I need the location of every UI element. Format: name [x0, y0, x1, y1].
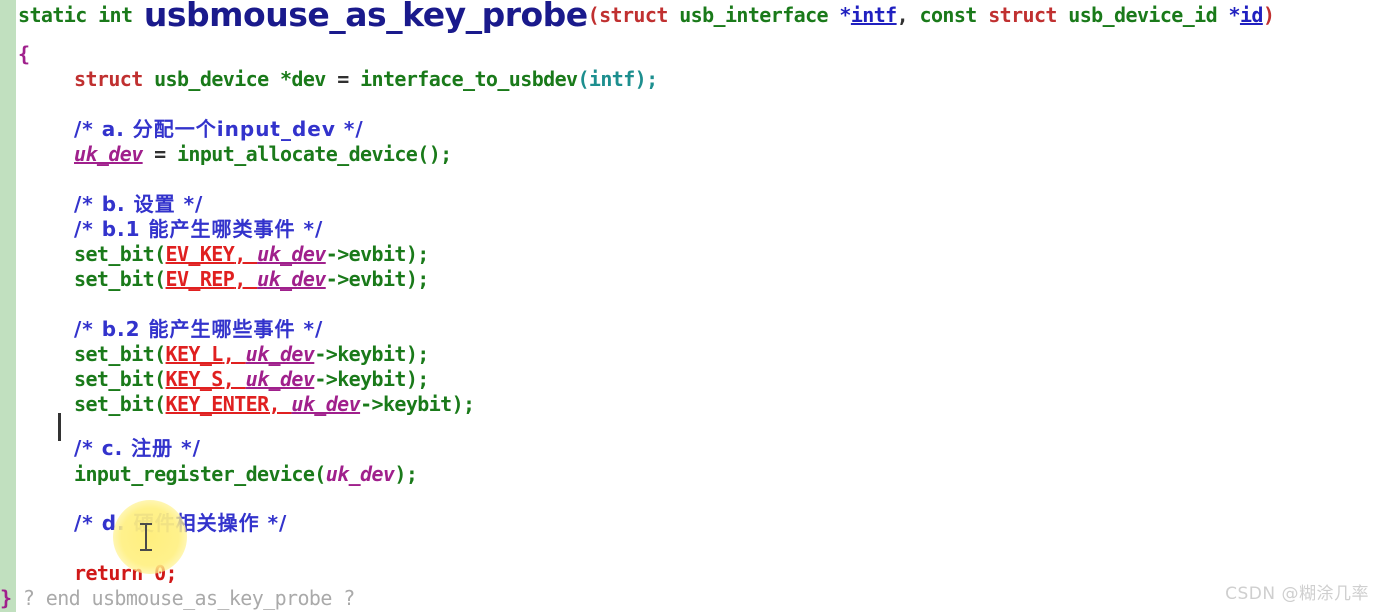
call-input-register-device: input_register_device [74, 462, 315, 486]
variable-uk-dev: uk_dev [74, 142, 143, 166]
paren-close: ); [405, 367, 429, 391]
macro-key-enter: KEY_ENTER [165, 392, 270, 416]
paren-open: ( [154, 367, 166, 391]
variable-uk-dev: uk_dev [245, 367, 315, 391]
call-set-bit: set_bit [74, 242, 155, 266]
macro-ev-key: EV_KEY [165, 242, 235, 266]
editor-change-gutter [0, 0, 17, 612]
paren-open: ( [154, 267, 166, 291]
comment-b2-event-codes: /* b.2 能产生哪些事件 */ [74, 317, 324, 341]
call-arguments: (intf); [577, 67, 658, 91]
member-evbit: ->evbit [325, 242, 407, 266]
code-line-allocate-device[interactable]: uk_dev = input_allocate_device(); [18, 142, 452, 167]
call-set-bit: set_bit [74, 367, 155, 391]
code-line-close-brace[interactable]: } ? end usbmouse_as_key_probe ? [0, 586, 355, 611]
code-line-signature[interactable]: static int usbmouse_as_key_probe(struct … [18, 0, 1275, 31]
code-line-setbit-ev-key[interactable]: set_bit(EV_KEY, uk_dev->evbit); [18, 242, 429, 267]
fold-end-marker: ? end usbmouse_as_key_probe ? [11, 586, 355, 610]
variable-uk-dev: uk_dev [245, 342, 315, 366]
comma: , [222, 342, 246, 366]
paren-open: ( [314, 462, 326, 486]
paren-close: ); [451, 392, 475, 416]
paren-open: ( [154, 242, 166, 266]
keyword-struct-2: struct [988, 3, 1057, 27]
keyword-int: int [98, 3, 133, 27]
keyword-const: const [919, 3, 978, 27]
macro-key-l: KEY_L [165, 342, 224, 366]
call-set-bit: set_bit [74, 267, 155, 291]
paren-close: ); [405, 242, 429, 266]
code-line-setbit-key-enter[interactable]: set_bit(KEY_ENTER, uk_dev->keybit); [18, 392, 475, 417]
paren-close: ); [405, 267, 429, 291]
pointer-star-2: * [1228, 3, 1240, 27]
call-input-allocate-device: input_allocate_device [176, 142, 418, 166]
call-arguments: (); [417, 142, 452, 166]
code-line-setbit-key-l[interactable]: set_bit(KEY_L, uk_dev->keybit); [18, 342, 429, 367]
ibeam-cursor-icon [140, 521, 152, 553]
comma-1: , [896, 3, 920, 27]
code-line-dev-declaration[interactable]: struct usb_device *dev = interface_to_us… [18, 67, 658, 92]
paren-close: ) [1262, 3, 1275, 27]
member-keybit: ->keybit [314, 342, 406, 366]
call-set-bit: set_bit [74, 342, 155, 366]
paren-close: ); [405, 342, 429, 366]
keyword-struct-1: struct [599, 3, 668, 27]
paren-close: ); [394, 462, 418, 486]
csdn-watermark: CSDN @糊涂几率 [1225, 584, 1369, 604]
macro-ev-rep: EV_REP [165, 267, 235, 291]
macro-key-s: KEY_S [165, 367, 224, 391]
paren-open: ( [154, 342, 166, 366]
code-line-setbit-key-s[interactable]: set_bit(KEY_S, uk_dev->keybit); [18, 367, 429, 392]
member-keybit: ->keybit [360, 392, 452, 416]
comma: , [222, 367, 246, 391]
text-caret [58, 413, 61, 441]
comment-a-allocate: /* a. 分配一个input_dev */ [74, 117, 364, 141]
member-keybit: ->keybit [314, 367, 406, 391]
variable-dev: *dev [279, 67, 326, 91]
variable-uk-dev: uk_dev [257, 267, 326, 291]
comma: , [234, 242, 258, 266]
member-evbit: ->evbit [325, 267, 407, 291]
type-usb-interface: usb_interface [679, 3, 828, 27]
paren-open: ( [587, 3, 600, 27]
close-brace: } [0, 586, 12, 610]
assign-operator: = [325, 67, 361, 91]
call-set-bit: set_bit [74, 392, 155, 416]
code-line-setbit-ev-rep[interactable]: set_bit(EV_REP, uk_dev->evbit); [18, 267, 429, 292]
keyword-struct: struct [74, 67, 143, 91]
type-usb-device: usb_device [154, 67, 269, 91]
code-area[interactable]: static int usbmouse_as_key_probe(struct … [0, 0, 1383, 612]
assign-operator: = [142, 142, 177, 166]
comma: , [234, 267, 258, 291]
comment-b1-event-types: /* b.1 能产生哪类事件 */ [74, 217, 324, 241]
call-interface-to-usbdev: interface_to_usbdev [360, 67, 578, 91]
param-intf: intf [850, 3, 897, 27]
pointer-star-1: * [839, 3, 851, 27]
code-editor-screenshot: static int usbmouse_as_key_probe(struct … [0, 0, 1383, 612]
keyword-static: static [18, 3, 87, 27]
variable-uk-dev: uk_dev [325, 462, 395, 486]
open-brace: { [18, 42, 30, 66]
type-usb-device-id: usb_device_id [1068, 3, 1218, 27]
comment-c-register: /* c. 注册 */ [74, 436, 201, 460]
variable-uk-dev: uk_dev [291, 392, 361, 416]
param-id: id [1239, 3, 1263, 27]
comma: , [268, 392, 292, 416]
paren-open: ( [154, 392, 166, 416]
code-line-open-brace[interactable]: { [18, 42, 30, 67]
comment-b-setup: /* b. 设置 */ [74, 192, 204, 216]
variable-uk-dev: uk_dev [257, 242, 326, 266]
code-line-register-device[interactable]: input_register_device(uk_dev); [18, 462, 418, 487]
function-name-usbmouse-as-key-probe[interactable]: usbmouse_as_key_probe [144, 0, 588, 34]
